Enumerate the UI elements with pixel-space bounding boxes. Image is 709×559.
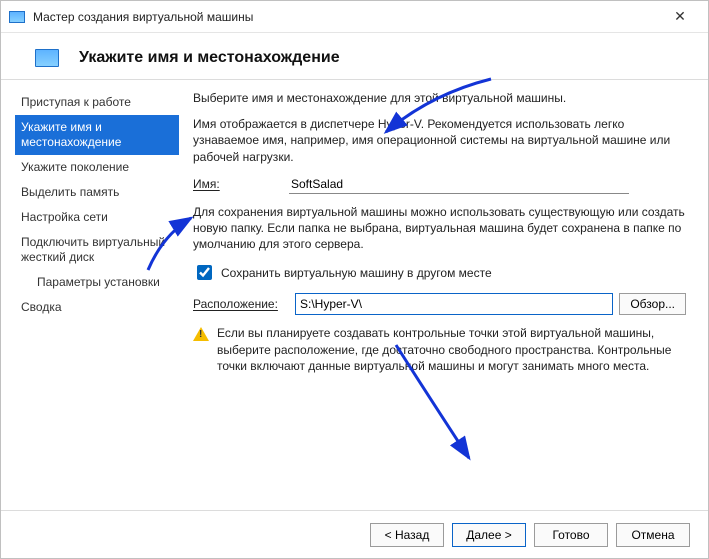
app-icon bbox=[9, 11, 25, 23]
sidebar-item-network[interactable]: Настройка сети bbox=[15, 205, 181, 230]
name-label: Имя: bbox=[193, 177, 289, 191]
back-button[interactable]: < Назад bbox=[370, 523, 444, 547]
sidebar-item-vhd[interactable]: Подключить виртуальный жесткий диск bbox=[15, 230, 181, 270]
location-input[interactable] bbox=[295, 293, 613, 315]
intro-text: Выберите имя и местонахождение для этой … bbox=[193, 90, 686, 106]
close-icon[interactable]: ✕ bbox=[660, 3, 700, 31]
wizard-sidebar: Приступая к работе Укажите имя и местона… bbox=[1, 80, 181, 520]
page-header: Укажите имя и местонахождение bbox=[1, 33, 708, 79]
store-elsewhere-label: Сохранить виртуальную машину в другом ме… bbox=[221, 266, 492, 280]
sidebar-item-generation[interactable]: Укажите поколение bbox=[15, 155, 181, 180]
location-label: Расположение: bbox=[193, 297, 289, 311]
store-elsewhere-checkbox[interactable] bbox=[197, 265, 212, 280]
cancel-button[interactable]: Отмена bbox=[616, 523, 690, 547]
location-hint-text: Для сохранения виртуальной машины можно … bbox=[193, 204, 686, 253]
sidebar-item-install-options[interactable]: Параметры установки bbox=[15, 270, 181, 295]
finish-button[interactable]: Готово bbox=[534, 523, 608, 547]
warning-icon bbox=[193, 327, 209, 341]
wizard-window: Мастер создания виртуальной машины ✕ Ука… bbox=[0, 0, 709, 559]
wizard-footer: < Назад Далее > Готово Отмена bbox=[1, 510, 708, 558]
sidebar-item-memory[interactable]: Выделить память bbox=[15, 180, 181, 205]
sidebar-item-start[interactable]: Приступая к работе bbox=[15, 90, 181, 115]
window-title: Мастер создания виртуальной машины bbox=[33, 10, 660, 24]
name-hint-text: Имя отображается в диспетчере Hyper-V. Р… bbox=[193, 116, 686, 165]
page-title: Укажите имя и местонахождение bbox=[79, 49, 340, 67]
warning-text: Если вы планируете создавать контрольные… bbox=[217, 325, 686, 374]
header-icon bbox=[35, 49, 59, 67]
sidebar-item-name-location[interactable]: Укажите имя и местонахождение bbox=[15, 115, 179, 155]
wizard-content: Выберите имя и местонахождение для этой … bbox=[181, 80, 708, 520]
next-button[interactable]: Далее > bbox=[452, 523, 526, 547]
name-input[interactable] bbox=[289, 175, 629, 194]
browse-button[interactable]: Обзор... bbox=[619, 293, 686, 315]
titlebar: Мастер создания виртуальной машины ✕ bbox=[1, 1, 708, 33]
sidebar-item-summary[interactable]: Сводка bbox=[15, 295, 181, 320]
